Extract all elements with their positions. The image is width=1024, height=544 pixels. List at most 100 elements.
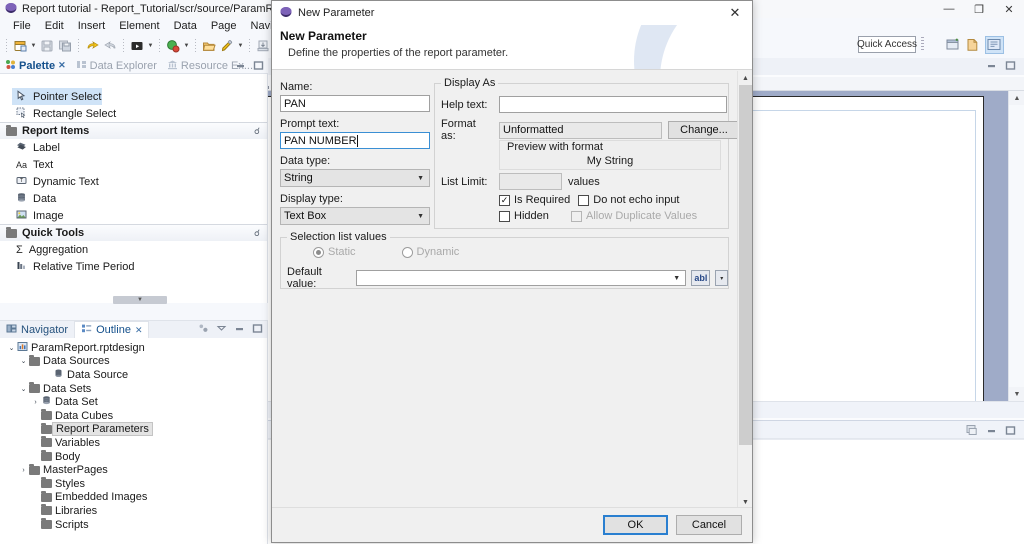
debug-dropdown-arrow[interactable]: ▼ (236, 37, 245, 55)
save-icon[interactable] (38, 37, 56, 55)
dialog-close-button[interactable]: ✕ (718, 1, 752, 25)
view-menu-icon[interactable] (216, 323, 227, 337)
preview-icon[interactable] (128, 37, 146, 55)
tree-item-body[interactable]: Body (0, 450, 267, 464)
open-icon[interactable] (200, 37, 218, 55)
tree-item-variables[interactable]: Variables (0, 436, 267, 450)
default-value-combo[interactable]: ▼ (356, 270, 687, 286)
debug-icon[interactable] (218, 37, 236, 55)
palette-scroll-handle[interactable]: ▼ (113, 296, 167, 304)
tree-item-data-sets[interactable]: ⌄ Data Sets (0, 382, 267, 396)
menu-data[interactable]: Data (167, 20, 204, 32)
expression-builder-button[interactable]: abl (691, 270, 711, 286)
menu-insert[interactable]: Insert (71, 20, 113, 32)
tab-navigator[interactable]: Navigator (0, 321, 74, 338)
menu-file[interactable]: File (6, 20, 38, 32)
hidden-checkbox[interactable]: Hidden (499, 210, 563, 222)
restore-view-icon[interactable] (966, 424, 978, 439)
palette-tool-pointer-select[interactable]: Pointer Select (12, 88, 102, 105)
pin-icon[interactable]: ☌ (254, 228, 260, 239)
restore-button[interactable]: ❐ (964, 0, 994, 18)
close-button[interactable]: ✕ (994, 0, 1024, 18)
cancel-button[interactable]: Cancel (676, 515, 742, 535)
dialog-vertical-scrollbar[interactable]: ▲ ▼ (737, 71, 752, 509)
new-perspective-icon[interactable] (945, 36, 962, 54)
preview-dropdown-arrow[interactable]: ▼ (146, 37, 155, 55)
chevron-down-icon[interactable]: ▼ (417, 175, 424, 182)
tree-item-libraries[interactable]: Libraries (0, 504, 267, 518)
tree-item-scripts[interactable]: Scripts (0, 518, 267, 532)
quick-access-input[interactable]: Quick Access (857, 36, 917, 53)
data-type-combo[interactable]: String ▼ (280, 169, 430, 187)
maximize-icon[interactable] (1005, 60, 1016, 74)
palette-item-aggregation[interactable]: Σ Aggregation (0, 241, 267, 258)
palette-item-text[interactable]: Aa Text (0, 156, 267, 173)
editor-vertical-scrollbar[interactable]: ▲ ▼ (1008, 91, 1024, 401)
close-icon[interactable]: ✕ (58, 60, 66, 71)
tree-item-paramreport[interactable]: ⌄ ParamReport.rptdesign (0, 341, 267, 355)
menu-element[interactable]: Element (112, 20, 166, 32)
tree-item-data-sources[interactable]: ⌄ Data Sources (0, 354, 267, 369)
report-design-perspective-icon[interactable] (965, 36, 982, 54)
tree-item-data-cubes[interactable]: Data Cubes (0, 409, 267, 423)
is-required-checkbox[interactable]: ✓ Is Required (499, 194, 570, 206)
link-with-editor-icon[interactable] (198, 323, 209, 337)
chevron-down-icon[interactable]: ▼ (673, 275, 680, 282)
palette-item-relative-time-period[interactable]: Relative Time Period (0, 258, 267, 275)
new-report-icon[interactable] (11, 37, 29, 55)
minimize-icon[interactable] (986, 60, 997, 74)
display-type-combo[interactable]: Text Box ▼ (280, 207, 430, 225)
ok-button[interactable]: OK (603, 515, 668, 535)
change-format-button[interactable]: Change... (668, 121, 740, 139)
palette-item-dynamic-text[interactable]: T Dynamic Text (0, 173, 267, 190)
redo-icon[interactable] (101, 37, 119, 55)
help-text-input[interactable] (499, 96, 727, 113)
prompt-text-input[interactable]: PAN NUMBER (280, 132, 430, 149)
run-icon[interactable] (164, 37, 182, 55)
palette-item-image[interactable]: Image (0, 207, 267, 224)
tab-data-explorer[interactable]: Data Explorer (71, 58, 162, 74)
chevron-down-icon[interactable]: ⌄ (6, 344, 17, 352)
name-input[interactable]: PAN (280, 95, 430, 112)
tree-item-report-parameters[interactable]: Report Parameters (0, 422, 267, 437)
tree-item-masterpages[interactable]: › MasterPages (0, 463, 267, 477)
minimize-icon[interactable] (235, 60, 246, 74)
minimize-icon[interactable] (986, 425, 997, 439)
chevron-down-icon[interactable]: ⌄ (18, 385, 29, 393)
chevron-right-icon[interactable]: › (30, 399, 41, 406)
run-dropdown-arrow[interactable]: ▼ (182, 37, 191, 55)
export-icon[interactable] (254, 37, 272, 55)
save-all-icon[interactable] (56, 37, 74, 55)
palette-item-label[interactable]: Label (0, 139, 267, 156)
maximize-icon[interactable] (1005, 425, 1016, 439)
palette-item-data[interactable]: Data (0, 190, 267, 207)
new-dropdown-arrow[interactable]: ▼ (29, 37, 38, 55)
debug-perspective-icon[interactable] (985, 36, 1004, 54)
palette-group-quick-tools[interactable]: Quick Tools ☌ (0, 224, 267, 241)
scroll-up-arrow[interactable]: ▲ (1009, 91, 1024, 105)
tree-item-embedded-images[interactable]: Embedded Images (0, 490, 267, 505)
tree-item-data-set[interactable]: › Data Set (0, 395, 267, 409)
expression-dropdown-arrow[interactable]: ▾ (715, 270, 728, 286)
chevron-down-icon[interactable]: ▼ (417, 213, 424, 220)
scrollbar-thumb[interactable] (739, 85, 752, 445)
close-icon[interactable]: ✕ (135, 325, 143, 336)
minimize-icon[interactable] (234, 323, 245, 337)
maximize-icon[interactable] (253, 60, 264, 74)
tree-item-data-source[interactable]: Data Source (0, 368, 267, 382)
list-limit-input[interactable] (499, 173, 562, 190)
static-radio[interactable]: Static (313, 246, 356, 258)
dynamic-radio[interactable]: Dynamic (401, 246, 459, 258)
scroll-up-arrow[interactable]: ▲ (738, 71, 753, 85)
maximize-icon[interactable] (252, 323, 263, 337)
menu-edit[interactable]: Edit (38, 20, 71, 32)
undo-icon[interactable] (83, 37, 101, 55)
tree-item-styles[interactable]: Styles (0, 477, 267, 491)
scroll-down-arrow[interactable]: ▼ (1009, 387, 1024, 401)
do-not-echo-input-checkbox[interactable]: Do not echo input (578, 194, 680, 206)
chevron-right-icon[interactable]: › (18, 467, 29, 474)
menu-page[interactable]: Page (204, 20, 244, 32)
tab-palette[interactable]: Palette ✕ (0, 58, 71, 74)
palette-tool-rectangle-select[interactable]: Rectangle Select (0, 105, 267, 122)
pin-icon[interactable]: ☌ (254, 126, 260, 137)
